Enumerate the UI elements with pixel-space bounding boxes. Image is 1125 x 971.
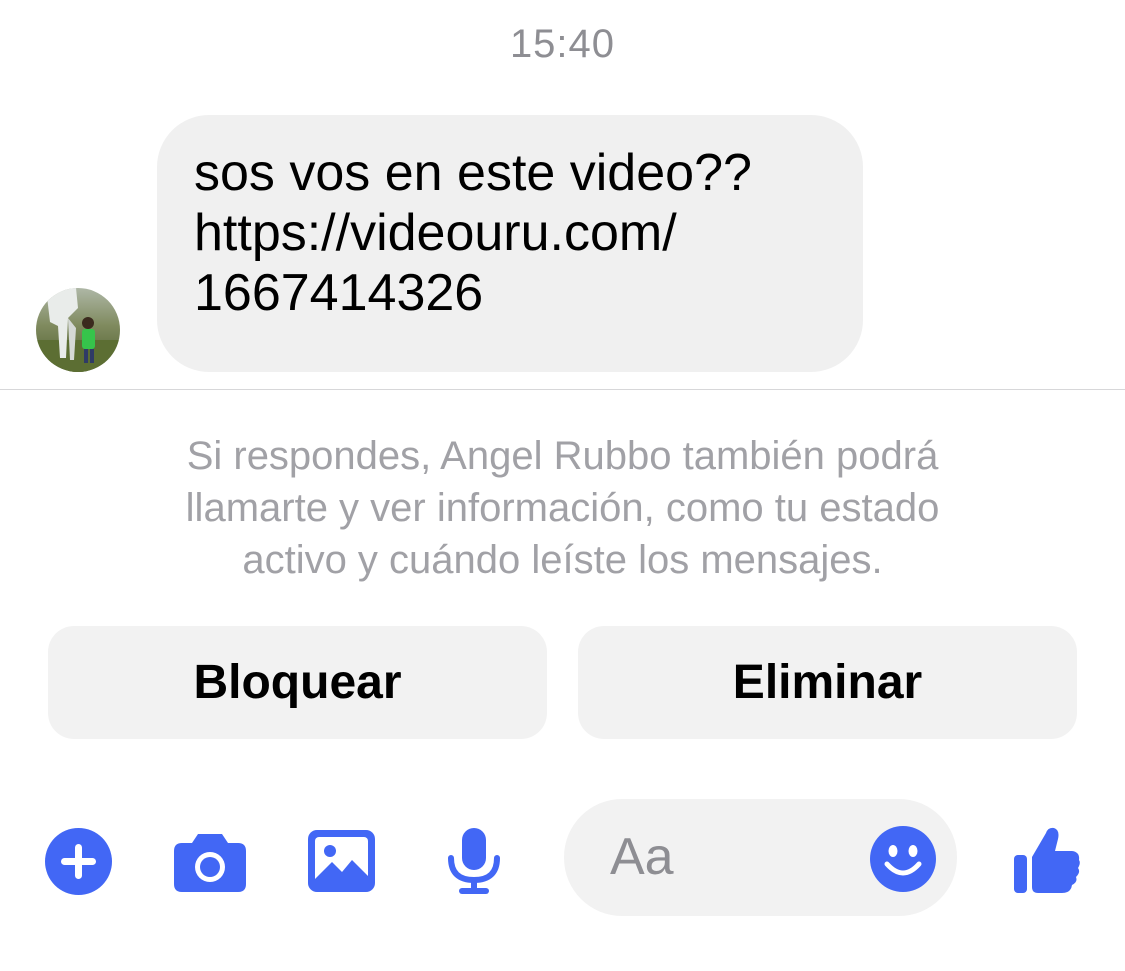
delete-button[interactable]: Eliminar <box>578 626 1077 739</box>
notice-line: activo y cuándo leíste los mensajes. <box>242 538 883 582</box>
thumbs-up-icon[interactable] <box>1012 825 1082 895</box>
emoji-icon[interactable] <box>870 826 936 892</box>
message-composer[interactable]: Aa <box>564 799 957 916</box>
camera-icon[interactable] <box>174 830 246 892</box>
chat-screen: 15:40 sos vos en este video?? https://vi… <box>0 0 1125 971</box>
sender-avatar[interactable] <box>36 288 120 372</box>
microphone-icon[interactable] <box>447 828 501 895</box>
message-link-line[interactable]: 1667414326 <box>194 263 827 323</box>
divider <box>0 389 1125 390</box>
notice-line: Si respondes, Angel Rubbo también podrá <box>186 434 939 478</box>
message-request-notice: Si respondes, Angel Rubbo también podrá … <box>0 430 1125 586</box>
notice-line: llamarte y ver información, como tu esta… <box>185 486 940 530</box>
gallery-icon[interactable] <box>308 830 375 892</box>
plus-icon[interactable] <box>45 828 112 895</box>
incoming-message-bubble[interactable]: sos vos en este video?? https://videouru… <box>157 115 863 372</box>
block-button[interactable]: Bloquear <box>48 626 547 739</box>
message-input[interactable]: Aa <box>610 827 674 887</box>
message-text-line: sos vos en este video?? <box>194 144 752 202</box>
message-timestamp: 15:40 <box>509 22 616 66</box>
message-link-line[interactable]: https://videouru.com/ <box>194 203 827 263</box>
